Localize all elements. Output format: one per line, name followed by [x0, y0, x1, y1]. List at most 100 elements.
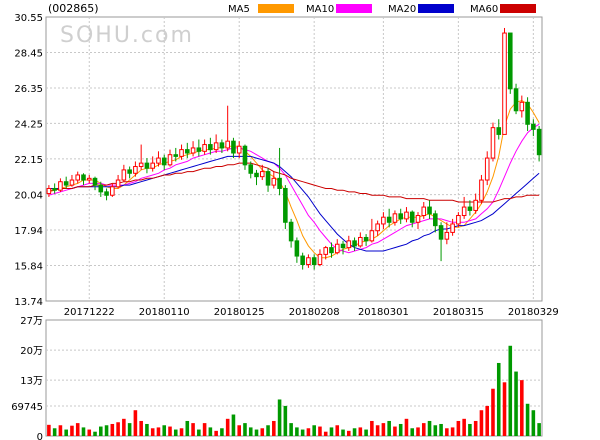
volume-bar: [272, 420, 276, 436]
legend-label-ma20: MA20: [388, 4, 416, 15]
volume-bar: [283, 405, 288, 436]
candle-body: [456, 215, 461, 225]
volume-bar: [421, 423, 426, 436]
volume-bar: [254, 429, 259, 436]
volume-bar: [335, 425, 340, 436]
volume-bar: [110, 423, 115, 436]
candle-body: [173, 154, 179, 157]
candle-body: [121, 169, 127, 181]
legend-swatch-ma10: [336, 4, 372, 13]
candle-body: [346, 240, 352, 249]
volume-bar: [473, 420, 478, 436]
volume-bar: [243, 423, 247, 436]
candle-body: [104, 191, 109, 196]
candle-body: [369, 230, 375, 242]
volume-bar: [341, 429, 345, 436]
volume-bar: [433, 425, 438, 436]
candle-body: [69, 179, 75, 186]
volume-bar: [173, 429, 178, 436]
legend-swatch-ma60: [500, 4, 536, 13]
candle-body: [306, 257, 311, 266]
volume-bar: [347, 430, 351, 436]
candle-body: [202, 144, 207, 152]
candle-body: [208, 144, 213, 151]
volume-y-tick-label: 69745: [11, 402, 43, 413]
candle-body: [46, 187, 52, 195]
candle-body: [185, 149, 190, 154]
candle-body: [133, 166, 138, 174]
candle-body: [323, 247, 329, 255]
volume-bar: [70, 425, 74, 436]
volume-bar: [479, 410, 484, 436]
volume-y-tick-label: 20万: [20, 346, 43, 357]
volume-bar: [491, 388, 495, 436]
volume-bar: [496, 362, 501, 436]
candle-body: [438, 225, 444, 240]
volume-bar: [116, 422, 120, 436]
volume-bar: [197, 429, 201, 436]
candle-body: [161, 157, 167, 166]
candle-body: [519, 101, 525, 112]
price-y-tick-label: 17.94: [14, 226, 43, 237]
candle-body: [525, 101, 530, 125]
volume-bar: [323, 431, 328, 436]
legend-swatch-ma20: [418, 4, 454, 13]
candle-body: [473, 199, 478, 211]
volume-bar: [352, 428, 357, 436]
price-y-tick-label: 24.25: [14, 119, 43, 130]
price-y-tick-label: 30.55: [14, 13, 43, 24]
volume-bar: [248, 427, 253, 436]
legend-swatch-ma5: [258, 4, 294, 13]
candle-body: [127, 169, 132, 174]
price-y-tick-label: 26.35: [14, 84, 43, 95]
volume-bar: [225, 418, 230, 436]
x-tick-label: 20180125: [214, 307, 265, 318]
volume-bar: [445, 428, 449, 436]
x-tick-label: 20180329: [508, 307, 559, 318]
price-y-tick-label: 22.15: [14, 155, 43, 166]
volume-bar: [145, 423, 149, 436]
volume-bar: [439, 423, 443, 436]
candle-body: [98, 184, 104, 193]
candle-body: [502, 32, 507, 135]
candle-body: [196, 147, 202, 152]
price-y-tick-label: 15.84: [14, 262, 43, 273]
volume-bar: [508, 345, 513, 436]
volume-bar: [75, 423, 80, 436]
volume-bar: [93, 431, 97, 436]
x-tick-label: 20171222: [64, 307, 115, 318]
candle-body: [242, 145, 248, 166]
watermark: SOHU.com: [60, 23, 194, 48]
volume-bar: [260, 428, 265, 436]
legend-label-ma60: MA60: [470, 4, 498, 15]
candle-body: [421, 206, 427, 217]
candle-body: [398, 213, 403, 220]
stock-chart: (002865) MA5 MA10 MA20 MA60 SOHU.com 30.55 2…: [0, 0, 600, 440]
volume-bar: [329, 427, 334, 436]
candle-body: [392, 213, 398, 223]
candle-body: [277, 177, 282, 189]
volume-bar: [381, 423, 386, 436]
candle-body: [248, 164, 254, 174]
volume-bar: [99, 426, 103, 436]
volume-bar: [398, 423, 403, 436]
candle-body: [461, 206, 467, 217]
volume-bar: [393, 426, 397, 436]
candle-body: [115, 179, 121, 188]
candle-body: [536, 128, 542, 156]
volume-bar: [127, 423, 132, 436]
volume-bar: [214, 430, 218, 436]
candle-body: [496, 127, 502, 135]
volume-bar: [87, 429, 92, 436]
volume-bar: [318, 426, 322, 436]
candle-body: [81, 174, 86, 181]
legend-label-ma5: MA5: [228, 4, 250, 15]
price-y-axis: 30.55 28.45 26.35 24.25 22.15 20.04 17.94 15.84…: [14, 13, 43, 308]
candle-body: [450, 223, 455, 233]
volume-bar: [531, 410, 536, 436]
candle-body: [86, 177, 92, 181]
volume-bar: [81, 427, 86, 436]
candle-body: [219, 142, 225, 149]
volume-bar: [370, 420, 374, 436]
volume-bar: [266, 425, 270, 436]
